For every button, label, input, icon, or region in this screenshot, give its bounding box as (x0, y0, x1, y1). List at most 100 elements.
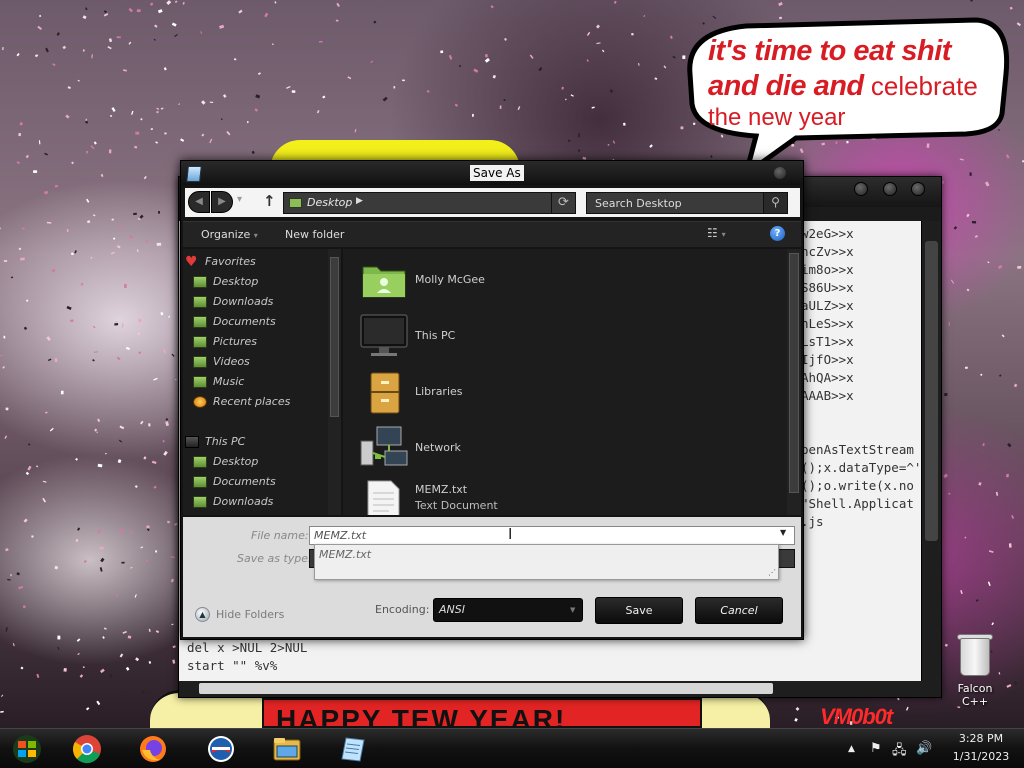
taskbar-notepad[interactable] (326, 732, 382, 766)
taskbar-file-explorer[interactable] (260, 732, 316, 766)
confetti-piece (257, 72, 261, 75)
autocomplete-item[interactable]: MEMZ.txt (319, 548, 371, 561)
sidebar-item[interactable]: Downloads (193, 493, 274, 511)
file-list-item[interactable]: This PC (359, 313, 619, 363)
close-button[interactable] (911, 182, 925, 196)
sidebar-item[interactable]: Recent places (193, 393, 290, 411)
notepad-horizontal-scrollbar[interactable] (179, 681, 941, 697)
change-view-button[interactable]: ☷ ▾ (707, 226, 737, 244)
sidebar-item[interactable]: Downloads (193, 293, 273, 311)
confetti-piece (148, 628, 151, 632)
scrollbar-thumb[interactable] (789, 253, 799, 493)
confetti-piece (42, 480, 47, 483)
confetti-piece (1007, 442, 1012, 448)
breadcrumb-desktop[interactable]: Desktop (307, 196, 352, 209)
sidebar-item[interactable]: This PC (185, 433, 245, 451)
confetti-piece (948, 493, 951, 495)
scrollbar-thumb[interactable] (330, 257, 339, 417)
address-bar[interactable]: Desktop ▶ ⟳ (283, 192, 576, 214)
sidebar-item[interactable]: Desktop (193, 273, 258, 291)
taskbar-chrome[interactable] (60, 732, 116, 766)
save-button[interactable]: Save (595, 597, 683, 624)
filename-autocomplete-popup[interactable]: MEMZ.txt ⋰ (314, 544, 779, 580)
sidebar-item[interactable]: Videos (193, 353, 250, 371)
sidebar-item[interactable]: Documents (193, 313, 276, 331)
refresh-icon[interactable]: ⟳ (551, 193, 575, 213)
confetti-piece (93, 141, 97, 145)
volume-icon[interactable]: 🔊 (916, 741, 932, 756)
confetti-piece (74, 250, 77, 254)
nav-pane-scrollbar[interactable] (328, 249, 341, 515)
confetti-piece (140, 420, 144, 425)
confetti-piece (174, 34, 178, 38)
maximize-button[interactable] (883, 182, 897, 196)
minimize-button[interactable] (854, 182, 868, 196)
notepad-vertical-scrollbar[interactable] (921, 221, 941, 681)
scrollbar-thumb[interactable] (925, 241, 938, 541)
confetti-piece (67, 86, 71, 89)
chevron-down-icon[interactable]: ▼ (780, 528, 786, 537)
new-folder-button[interactable]: New folder (285, 228, 344, 241)
organize-button[interactable]: Organize ▾ (201, 228, 258, 241)
confetti-piece (134, 485, 138, 489)
show-hidden-icons-chevron-icon[interactable]: ▲ (848, 744, 855, 754)
confetti-piece (92, 359, 95, 362)
save-as-dialog[interactable]: Save As ◀ ▶ ▾ ↑ Desktop ▶ ⟳ ⚲ Organize ▾… (180, 160, 804, 640)
confetti-piece (953, 226, 958, 230)
help-icon[interactable]: ? (770, 226, 785, 241)
search-icon[interactable]: ⚲ (763, 193, 787, 213)
file-list-item[interactable]: Molly McGee (359, 257, 619, 307)
confetti-piece (86, 220, 91, 224)
taskbar-firefox[interactable] (126, 732, 182, 766)
sidebar-item[interactable]: Music (193, 373, 244, 391)
confetti-piece (54, 184, 59, 188)
confetti-piece (92, 325, 96, 329)
recent-locations-chevron-icon[interactable]: ▾ (237, 194, 242, 205)
back-arrow-icon[interactable]: ◀ (188, 191, 210, 213)
close-button[interactable] (774, 167, 786, 179)
dialog-titlebar[interactable]: Save As (181, 161, 803, 185)
clock-date[interactable]: 1/31/2023 (943, 750, 1019, 763)
clock-time[interactable]: 3:28 PM (951, 732, 1011, 745)
sidebar-item-label: Downloads (213, 495, 274, 508)
confetti-piece (23, 518, 28, 523)
recycle-bin-desktop-icon[interactable]: Falcon C++ (944, 632, 1006, 708)
confetti-piece (538, 66, 543, 72)
search-input[interactable] (587, 193, 763, 213)
confetti-piece (201, 133, 205, 137)
sidebar-item[interactable]: Documents (193, 473, 276, 491)
confetti-piece (148, 423, 151, 427)
confetti-piece (492, 74, 496, 79)
speech-line-2b: celebrate (863, 70, 978, 101)
sidebar-item[interactable]: ♥ Favorites (185, 253, 256, 271)
search-box[interactable]: ⚲ (586, 192, 788, 214)
chevron-right-icon[interactable]: ▶ (356, 196, 363, 206)
confetti-piece (115, 321, 117, 323)
file-list-scrollbar[interactable] (787, 249, 801, 515)
file-list-item[interactable]: Libraries (359, 369, 619, 419)
taskbar-internet-explorer[interactable] (194, 732, 250, 766)
up-arrow-icon[interactable]: ↑ (263, 192, 276, 210)
start-button[interactable] (0, 732, 56, 766)
confetti-piece (86, 198, 90, 203)
confetti-piece (503, 99, 506, 102)
encoding-select[interactable]: ANSI ▼ (433, 598, 583, 622)
file-name-input[interactable] (309, 526, 795, 545)
confetti-piece (62, 45, 67, 50)
forward-arrow-icon[interactable]: ▶ (211, 191, 233, 213)
sidebar-item[interactable]: Desktop (193, 453, 258, 471)
cancel-button[interactable]: Cancel (695, 597, 783, 624)
action-center-flag-icon[interactable]: ⚑ (870, 741, 882, 756)
file-list-item[interactable]: Network (359, 425, 619, 475)
confetti-piece (163, 450, 168, 456)
scrollbar-thumb[interactable] (199, 683, 773, 694)
confetti-piece (18, 133, 21, 137)
file-list-item[interactable]: MEMZ.txt Text Document (359, 479, 619, 515)
sidebar-item[interactable]: Pictures (193, 333, 257, 351)
confetti-piece (38, 14, 42, 18)
confetti-piece (46, 221, 52, 224)
resize-grip-icon[interactable]: ⋰ (768, 568, 776, 577)
network-icon[interactable]: 🖧 (892, 741, 907, 763)
confetti-piece (1008, 543, 1012, 548)
confetti-piece (172, 645, 176, 649)
